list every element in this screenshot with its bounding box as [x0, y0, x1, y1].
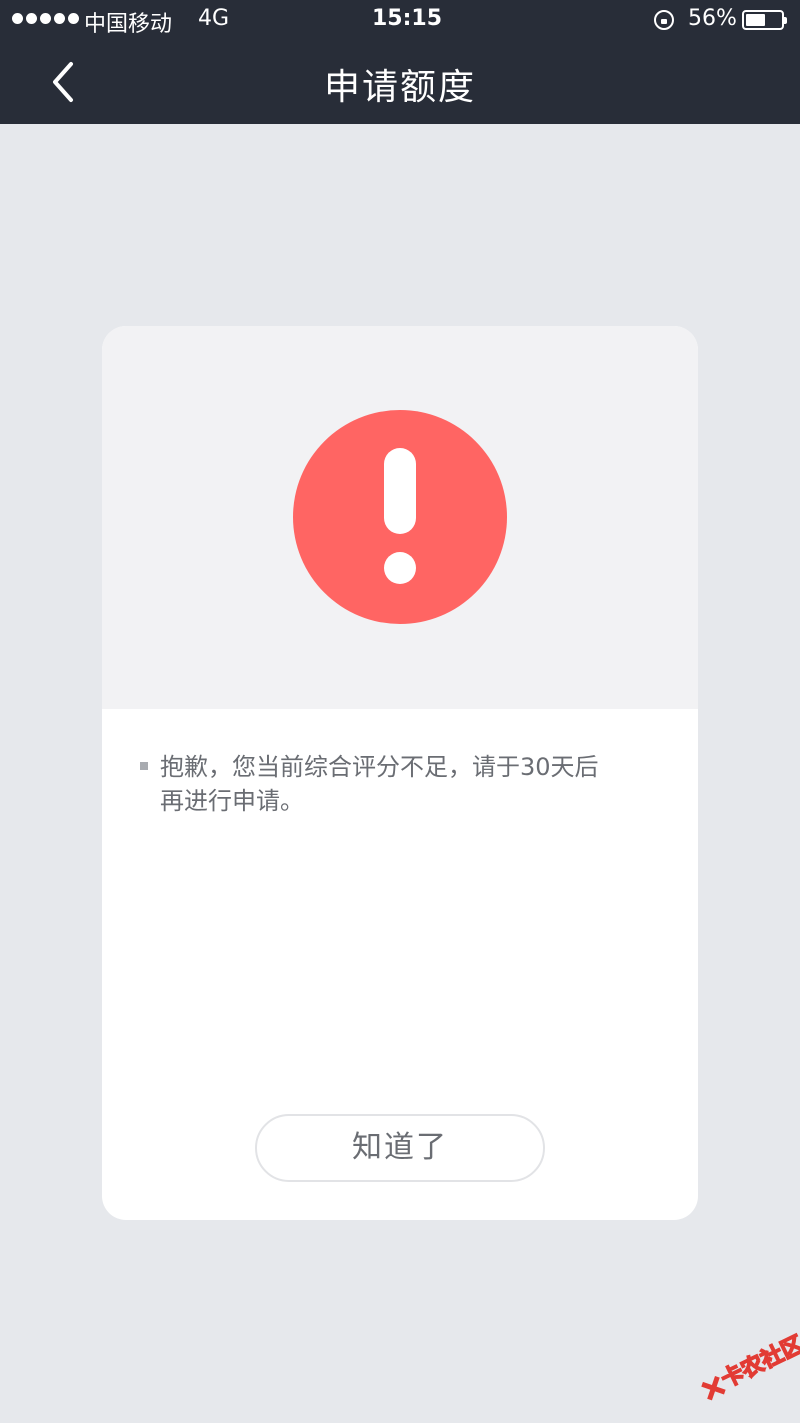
navigation-bar: 申请额度: [0, 40, 800, 124]
confirm-button[interactable]: 知道了: [255, 1114, 545, 1182]
exclamation-alert-icon: [293, 410, 507, 624]
carrier-name: 中国移动: [84, 12, 173, 37]
message-line-1: 抱歉，您当前综合评分不足，请于30天后: [160, 753, 599, 781]
orientation-lock-icon: [654, 10, 674, 30]
bullet-icon: [140, 762, 148, 770]
alert-header: [102, 326, 698, 709]
battery-icon: [742, 10, 787, 30]
watermark-logo: 卡农社区: [680, 1309, 800, 1420]
status-bar: 中国移动 4G 15:15 56%: [0, 0, 800, 40]
alert-card: 抱歉，您当前综合评分不足，请于30天后 再进行申请。 知道了: [102, 326, 698, 1220]
message-line-2: 再进行申请。: [160, 787, 304, 815]
page-title: 申请额度: [323, 67, 476, 108]
watermark-text: 卡农社区: [717, 1331, 800, 1394]
signal-strength-icon: [12, 13, 79, 24]
screen: 中国移动 4G 15:15 56% 申请额度 抱歉，您当前综合评分不足，请于30…: [0, 0, 800, 1423]
battery-percent: 56%: [688, 6, 737, 31]
top-bar: 中国移动 4G 15:15 56% 申请额度: [0, 0, 800, 124]
status-time: 15:15: [372, 6, 443, 31]
network-type: 4G: [198, 6, 230, 31]
